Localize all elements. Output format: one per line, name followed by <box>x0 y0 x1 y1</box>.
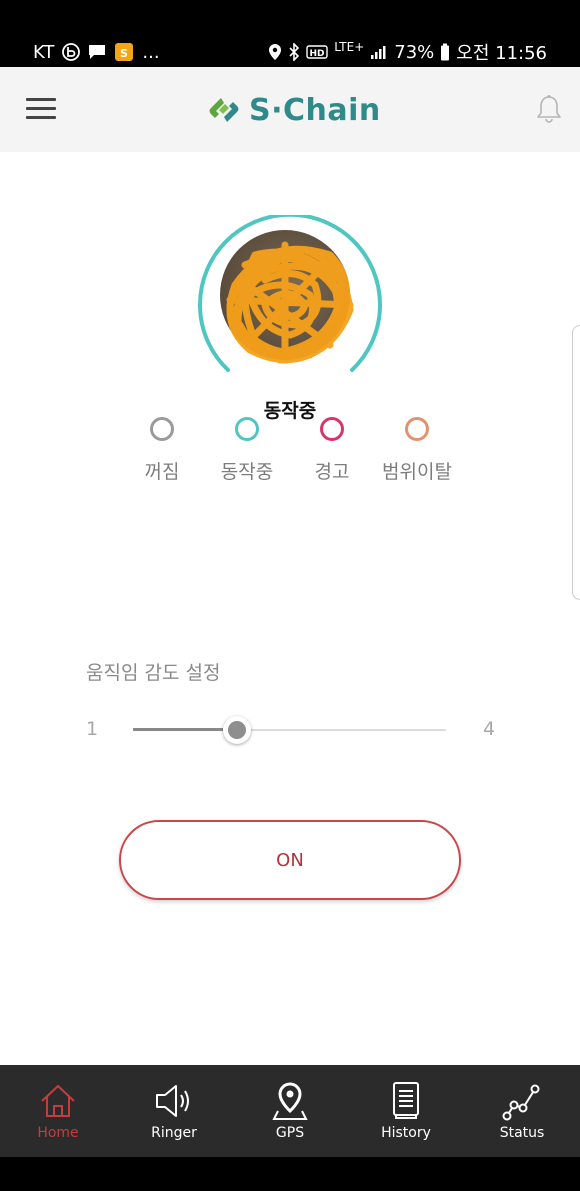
system-nav-area <box>0 1157 580 1191</box>
status-bar: KT S ... HD LTE + 73% 오전 11:56 <box>0 0 580 67</box>
bell-icon <box>537 95 561 123</box>
legend-dot-active <box>235 417 259 441</box>
nav-home-label: Home <box>37 1125 79 1141</box>
app-notification-icon: S <box>114 42 134 62</box>
b-app-icon <box>62 43 81 61</box>
lte-plus: + <box>354 40 365 54</box>
bluetooth-icon <box>288 43 300 61</box>
document-icon <box>393 1082 419 1119</box>
status-right: HD LTE + 73% 오전 11:56 <box>268 40 547 64</box>
legend-out-of-range: 범위이탈 <box>367 417 467 484</box>
clock: 오전 11:56 <box>456 43 547 64</box>
nav-home[interactable]: Home <box>0 1065 116 1157</box>
menu-button[interactable] <box>26 96 58 122</box>
nav-status-label: Status <box>499 1125 545 1141</box>
svg-text:HD: HD <box>310 49 325 59</box>
nav-history-label: History <box>381 1125 431 1141</box>
legend-dot-out-of-range <box>405 417 429 441</box>
notification-button[interactable] <box>536 94 562 124</box>
legend-dot-off <box>150 417 174 441</box>
slider-max-label: 4 <box>483 718 496 740</box>
map-pin-icon <box>272 1082 308 1120</box>
line-graph-icon <box>502 1084 540 1121</box>
nav-gps-label: GPS <box>275 1125 305 1141</box>
battery-percent: 73% <box>394 41 435 63</box>
status-left: KT S ... <box>33 40 160 64</box>
hd-icon: HD <box>306 44 328 60</box>
slider-track-fill <box>133 728 224 731</box>
device-status-ring <box>195 215 385 405</box>
bottom-navigation: Home Ringer GPS History Status <box>0 1065 580 1157</box>
slider-thumb[interactable] <box>223 716 252 744</box>
power-on-button[interactable]: ON <box>119 820 461 900</box>
chain-logo-icon <box>209 98 239 122</box>
slider-min-label: 1 <box>86 718 99 740</box>
location-icon <box>268 43 282 61</box>
speaker-icon <box>156 1085 189 1117</box>
nav-ringer-label: Ringer <box>151 1125 197 1141</box>
message-icon <box>88 44 106 60</box>
legend-dot-warning <box>320 417 344 441</box>
brand-logo: S·Chain <box>207 91 381 129</box>
nav-status[interactable]: Status <box>464 1065 580 1157</box>
lte-icon: LTE + <box>334 41 364 53</box>
main-content: 동작중 꺼짐 동작중 경고 범위이탈 움직임 감도 설정 1 4 ON <box>0 152 580 1065</box>
app-header: S·Chain <box>0 67 580 152</box>
more-notifications: ... <box>142 41 160 63</box>
sensitivity-title: 움직임 감도 설정 <box>86 662 221 684</box>
nav-history[interactable]: History <box>348 1065 464 1157</box>
home-icon <box>41 1084 75 1117</box>
brand-name: S·Chain <box>249 92 381 128</box>
status-legend: 꺼짐 동작중 경고 범위이탈 <box>0 417 580 487</box>
app-screen: KT S ... HD LTE + 73% 오전 11:56 S·Chain 동… <box>0 0 580 1191</box>
lte-label: LTE <box>334 40 355 54</box>
menu-icon <box>26 98 56 101</box>
nav-ringer[interactable]: Ringer <box>116 1065 232 1157</box>
carrier-label: KT <box>33 41 55 63</box>
svg-text:S: S <box>120 47 128 60</box>
redaction-scribble <box>226 241 354 364</box>
signal-icon <box>370 44 388 60</box>
nav-gps[interactable]: GPS <box>232 1065 348 1157</box>
sensitivity-slider[interactable]: 1 4 <box>0 712 580 748</box>
legend-label-out-of-range: 범위이탈 <box>382 461 452 483</box>
battery-icon <box>440 43 450 61</box>
